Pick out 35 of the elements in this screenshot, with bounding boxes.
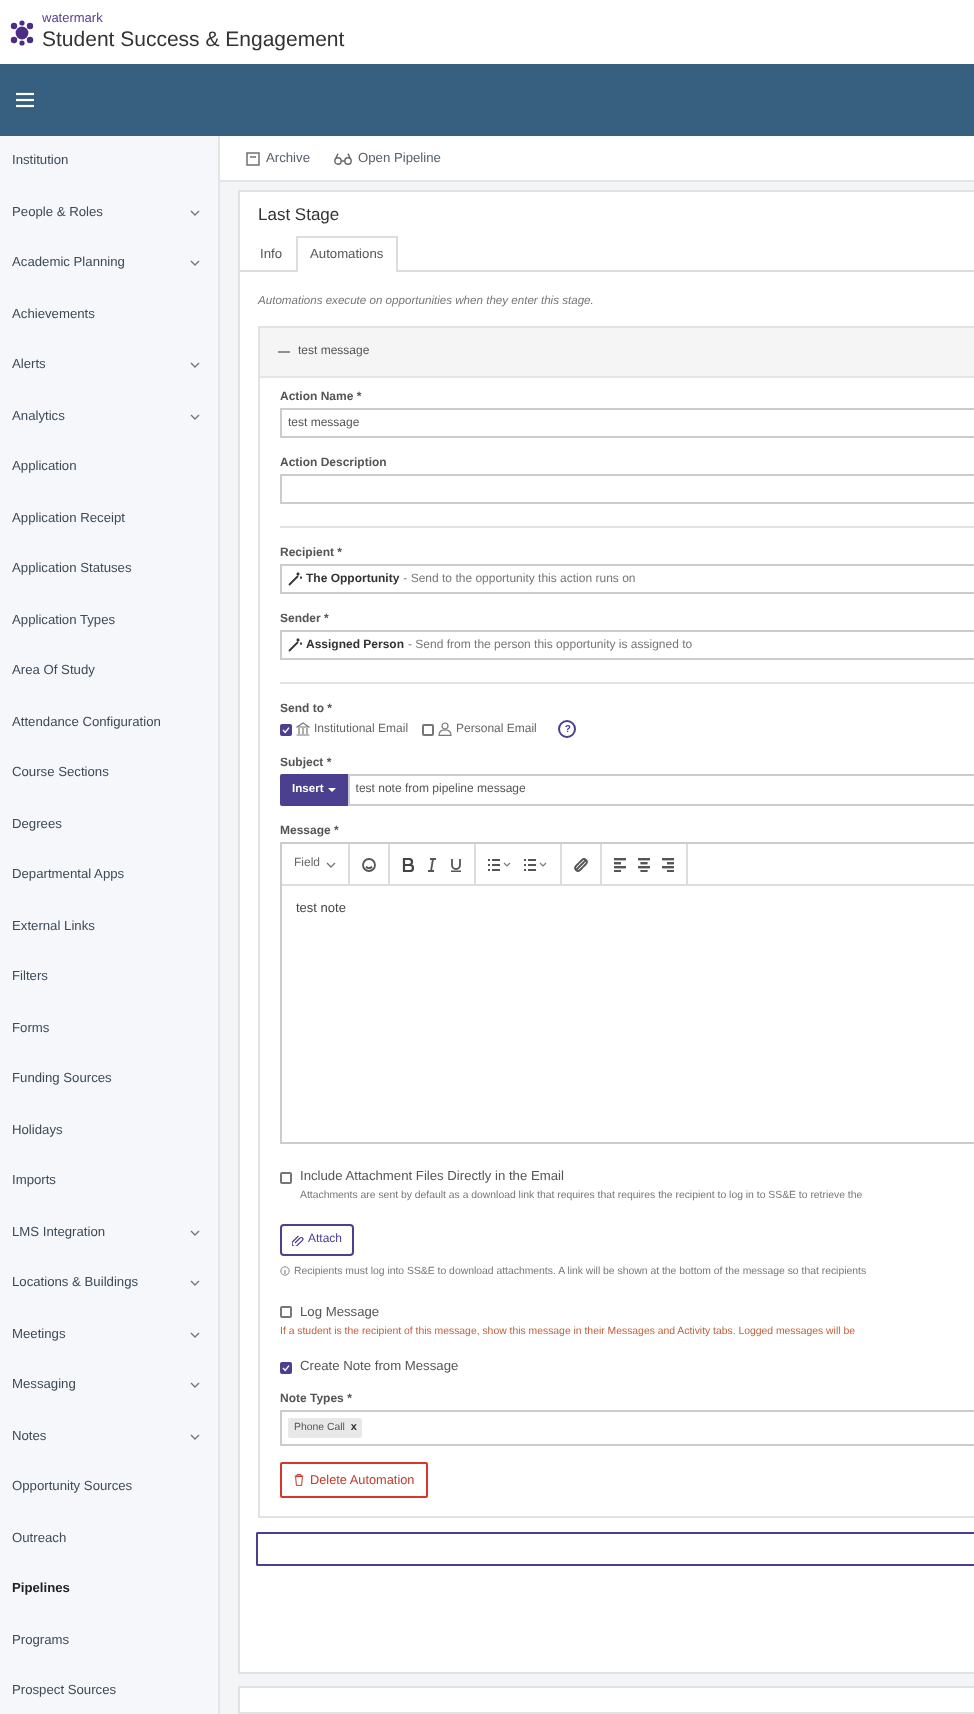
trash-icon: [294, 1474, 304, 1487]
logo-icon: [10, 19, 34, 45]
caret-icon: [327, 788, 336, 792]
empty-field[interactable]: [256, 1532, 974, 1567]
brand-name: Student Success & Engagement: [42, 29, 345, 50]
action-description-field[interactable]: [280, 474, 974, 504]
checkbox[interactable]: [422, 723, 435, 735]
chevron-down-icon: [326, 861, 337, 867]
minus-icon[interactable]: [278, 346, 290, 358]
person-icon: [438, 722, 453, 736]
checkbox[interactable]: [280, 1361, 292, 1374]
emoji-icon[interactable]: [362, 857, 377, 871]
numbered-list-icon[interactable]: [524, 857, 549, 871]
glasses-icon: [334, 151, 352, 165]
archive-box-icon: [246, 151, 260, 165]
stage-title: Last Stage: [256, 204, 342, 224]
checkbox[interactable]: [280, 1306, 292, 1318]
align-center-icon[interactable]: [638, 857, 651, 871]
checkbox[interactable]: [280, 723, 292, 735]
align-left-icon[interactable]: [614, 857, 627, 871]
link-icon[interactable]: [574, 857, 589, 871]
bold-icon[interactable]: [402, 857, 415, 871]
bulleted-list-icon[interactable]: [488, 857, 513, 871]
building-icon: [296, 722, 310, 736]
checkbox[interactable]: [280, 1171, 292, 1183]
wand-icon: [288, 638, 302, 652]
paperclip-icon: [292, 1233, 304, 1246]
checkmark-icon: [282, 1363, 290, 1372]
checkmark-icon: [282, 725, 290, 733]
info-icon: [280, 1265, 290, 1276]
underline-icon[interactable]: [450, 857, 463, 871]
align-right-icon[interactable]: [662, 857, 675, 871]
menu-icon[interactable]: [16, 92, 34, 108]
italic-icon[interactable]: [426, 857, 439, 871]
wand-icon: [288, 572, 302, 586]
